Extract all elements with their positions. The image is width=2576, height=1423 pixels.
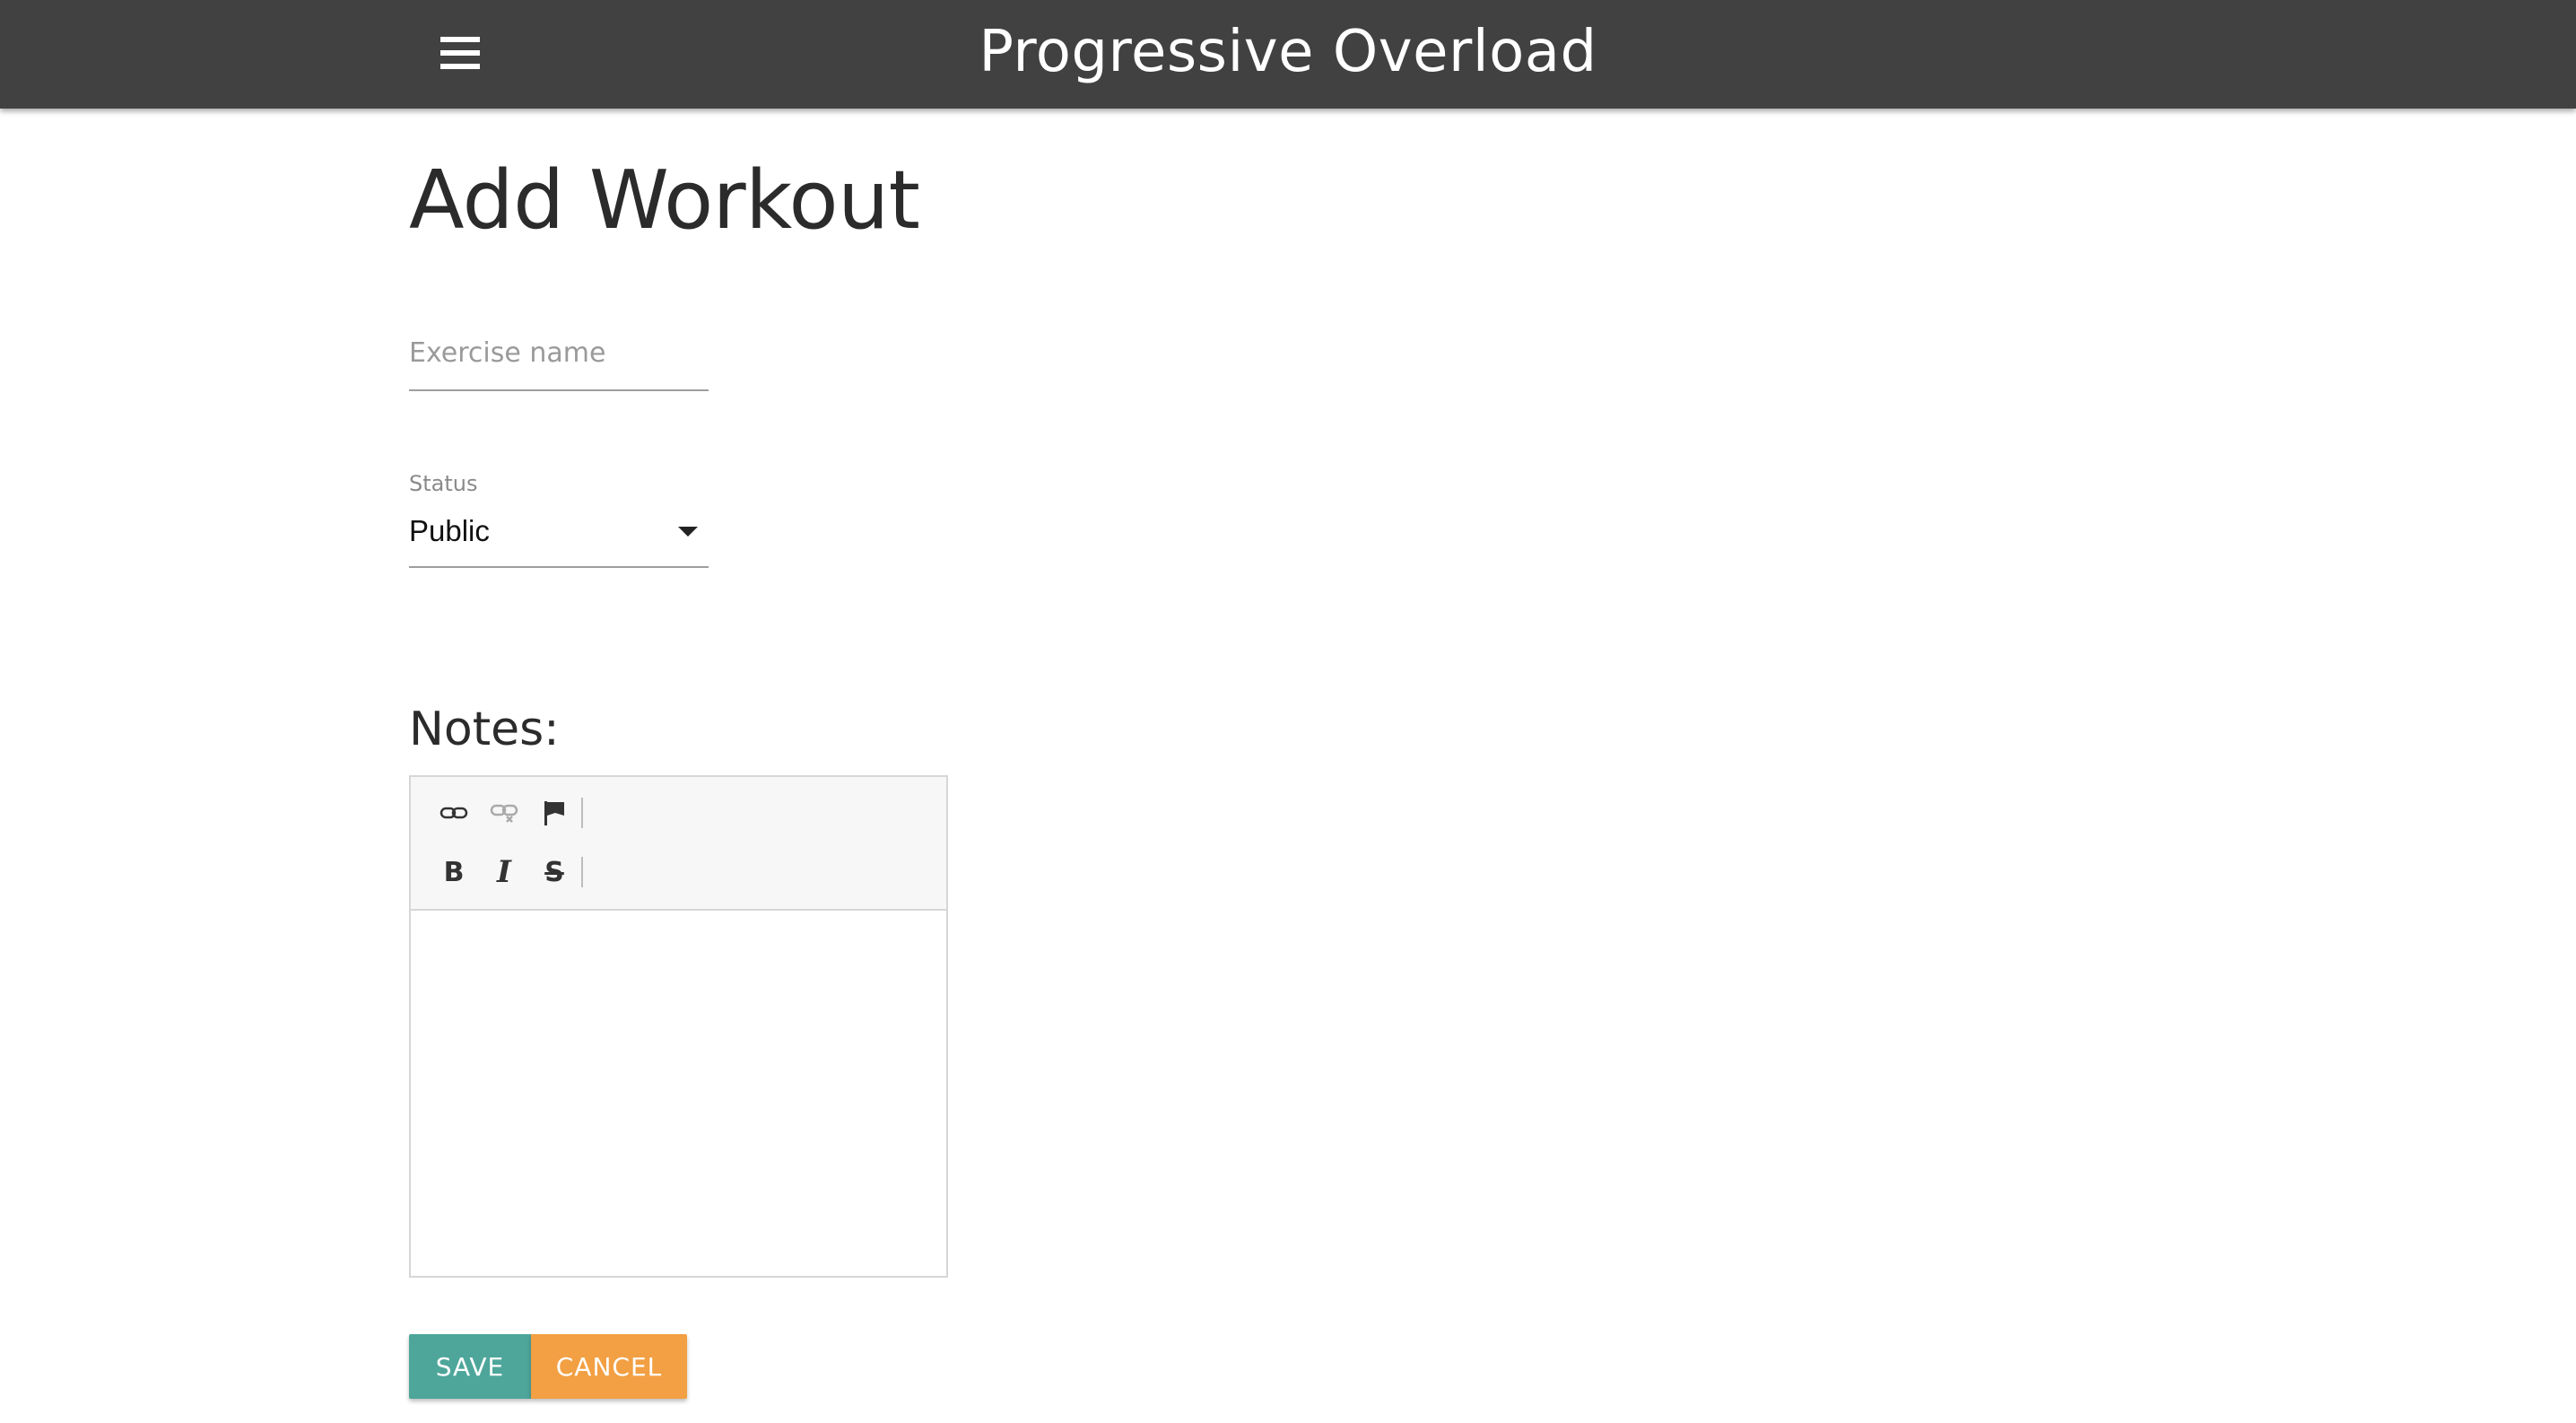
- remove-link-button[interactable]: [479, 788, 529, 838]
- status-selected-value: Public: [409, 514, 490, 547]
- menu-button[interactable]: [420, 22, 500, 84]
- toolbar-separator: [581, 857, 583, 887]
- insert-link-button[interactable]: [429, 788, 479, 838]
- unlink-icon: [490, 804, 518, 823]
- app-bar: Progressive Overload: [0, 0, 2576, 109]
- exercise-name-input[interactable]: [409, 318, 709, 388]
- hamburger-menu-icon: [440, 37, 480, 69]
- toolbar-separator: [581, 798, 583, 828]
- exercise-name-field: [409, 318, 709, 391]
- flag-icon: [544, 801, 564, 825]
- bold-icon: B: [443, 856, 465, 888]
- save-button[interactable]: SAVE: [409, 1334, 531, 1399]
- italic-button[interactable]: I: [479, 847, 529, 897]
- status-select[interactable]: Public: [409, 498, 709, 568]
- anchor-flag-button[interactable]: [529, 788, 579, 838]
- italic-icon: I: [497, 854, 511, 890]
- strikethrough-button[interactable]: S: [529, 847, 579, 897]
- app-title[interactable]: Progressive Overload: [979, 19, 1597, 85]
- strikethrough-icon: S: [544, 856, 564, 888]
- notes-editor: B I S: [409, 775, 948, 1278]
- toolbar-row-links: [429, 788, 583, 838]
- toolbar-row-format: B I S: [429, 847, 583, 897]
- bold-button[interactable]: B: [429, 847, 479, 897]
- cancel-button[interactable]: CANCEL: [531, 1334, 687, 1399]
- notes-textarea[interactable]: [411, 911, 946, 1276]
- notes-label: Notes:: [409, 703, 560, 756]
- app-title-wrap: Progressive Overload: [0, 0, 2576, 109]
- dropdown-arrow-icon: [678, 527, 698, 537]
- page-title: Add Workout: [409, 153, 920, 248]
- editor-toolbar: B I S: [411, 777, 946, 911]
- link-icon: [439, 807, 468, 819]
- status-label: Status: [409, 471, 478, 496]
